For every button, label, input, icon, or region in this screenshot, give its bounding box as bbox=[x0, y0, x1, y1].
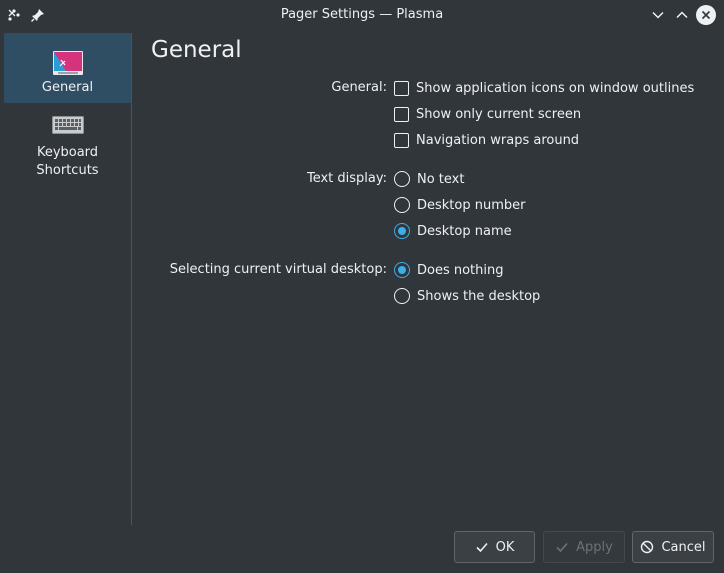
option-label: Navigation wraps around bbox=[416, 132, 580, 148]
keyboard-icon bbox=[4, 115, 131, 139]
desktop-number-radio[interactable]: Desktop number bbox=[394, 195, 525, 215]
option-label: Shows the desktop bbox=[417, 288, 541, 304]
cancel-icon bbox=[641, 540, 654, 554]
check-icon bbox=[476, 542, 488, 553]
navigation-wraps-checkbox[interactable]: Navigation wraps around bbox=[394, 130, 579, 150]
shows-desktop-radio[interactable]: Shows the desktop bbox=[394, 286, 540, 306]
title-bar: Pager Settings — Plasma bbox=[0, 0, 724, 30]
show-current-screen-checkbox[interactable]: Show only current screen bbox=[394, 104, 581, 124]
cancel-button-label: Cancel bbox=[661, 539, 706, 555]
apply-button-label: Apply bbox=[576, 539, 613, 555]
general-settings-icon bbox=[4, 33, 131, 79]
desktop-name-radio[interactable]: Desktop name bbox=[394, 221, 512, 241]
window-title: Pager Settings — Plasma bbox=[280, 7, 444, 22]
checkbox-box[interactable] bbox=[394, 106, 409, 122]
checkbox-box[interactable] bbox=[394, 80, 409, 96]
ok-button[interactable]: OK bbox=[454, 531, 535, 563]
does-nothing-radio[interactable]: Does nothing bbox=[394, 260, 504, 280]
radio-button-selected[interactable] bbox=[394, 262, 410, 278]
radio-button[interactable] bbox=[394, 288, 410, 304]
sidebar-item-label: Keyboard bbox=[36, 145, 99, 160]
checkbox-box[interactable] bbox=[394, 132, 409, 148]
sidebar-divider bbox=[131, 33, 132, 525]
sidebar: General Keyboard Shortcuts bbox=[4, 33, 131, 525]
page-title: General bbox=[151, 37, 242, 63]
sidebar-item-label: General bbox=[41, 80, 94, 95]
selecting-desktop-label: Selecting current virtual desktop: bbox=[169, 262, 387, 277]
apply-button[interactable]: Apply bbox=[543, 531, 625, 563]
no-text-radio[interactable]: No text bbox=[394, 169, 464, 189]
option-label: Show only current screen bbox=[416, 106, 582, 122]
option-label: No text bbox=[417, 171, 465, 187]
option-label: Desktop number bbox=[417, 197, 526, 213]
sidebar-item-keyboard-shortcuts[interactable]: Keyboard Shortcuts bbox=[4, 115, 131, 185]
ok-button-label: OK bbox=[495, 539, 515, 555]
minimize-icon[interactable] bbox=[648, 5, 668, 25]
radio-button[interactable] bbox=[394, 171, 410, 187]
option-label: Does nothing bbox=[417, 262, 504, 278]
option-label: Show application icons on window outline… bbox=[416, 80, 695, 96]
sidebar-item-general[interactable]: General bbox=[4, 33, 131, 103]
cancel-button[interactable]: Cancel bbox=[632, 531, 714, 563]
show-app-icons-checkbox[interactable]: Show application icons on window outline… bbox=[394, 78, 694, 98]
close-icon[interactable] bbox=[696, 5, 716, 25]
option-label: Desktop name bbox=[417, 223, 512, 239]
radio-button[interactable] bbox=[394, 197, 410, 213]
radio-button-selected[interactable] bbox=[394, 223, 410, 239]
sidebar-item-label: Shortcuts bbox=[36, 163, 99, 178]
maximize-icon[interactable] bbox=[672, 5, 692, 25]
general-label: General: bbox=[331, 80, 387, 95]
text-display-label: Text display: bbox=[306, 171, 387, 186]
check-icon bbox=[556, 542, 568, 553]
